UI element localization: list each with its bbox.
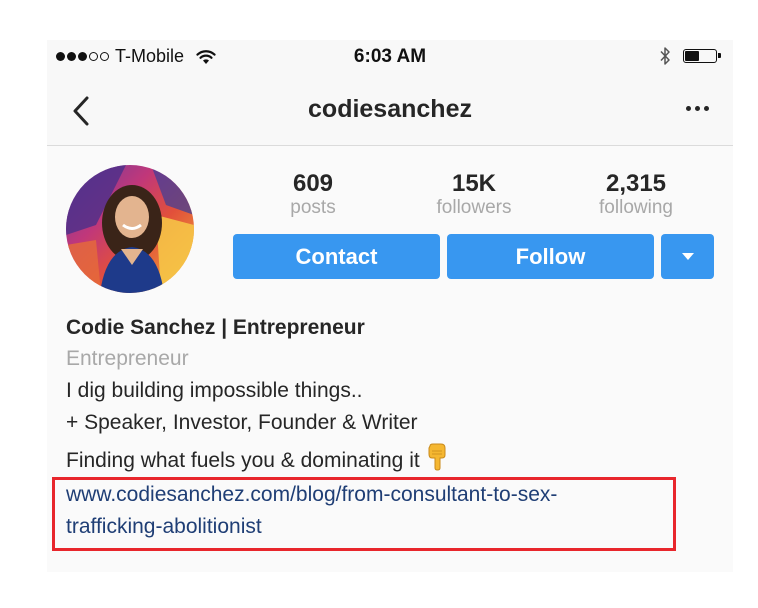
bio-line-3-row: Finding what fuels you & dominating it: [66, 443, 716, 477]
highlight-box: [52, 477, 676, 551]
posts-label: posts: [290, 197, 336, 218]
profile-category: Entrepreneur: [66, 347, 189, 370]
battery-icon: [683, 49, 721, 63]
caret-down-icon: [681, 253, 694, 260]
suggested-dropdown-button[interactable]: [661, 234, 714, 279]
status-bar: T-Mobile 6:03 AM: [47, 40, 733, 76]
more-dots-icon[interactable]: [686, 106, 709, 111]
avatar[interactable]: [66, 165, 194, 293]
nav-bar: codiesanchez: [47, 76, 733, 146]
page-title: codiesanchez: [308, 95, 472, 123]
followers-label: followers: [436, 197, 512, 218]
posts-count: 609: [292, 170, 334, 197]
status-time: 6:03 AM: [353, 46, 427, 67]
bio-line-3: Finding what fuels you & dominating it: [66, 449, 420, 472]
stat-followers[interactable]: 15K followers: [419, 171, 529, 219]
bio-line-2: + Speaker, Investor, Founder & Writer: [66, 411, 418, 434]
following-label: following: [599, 197, 673, 218]
pointing-down-emoji-icon: [428, 443, 446, 471]
contact-button[interactable]: Contact: [233, 234, 440, 279]
following-count: 2,315: [605, 170, 667, 197]
status-right: [659, 46, 721, 66]
profile-name: Codie Sanchez | Entrepreneur: [66, 316, 365, 339]
stat-following[interactable]: 2,315 following: [581, 171, 691, 219]
followers-count: 15K: [451, 170, 497, 197]
bio-line-1: I dig building impossible things..: [66, 379, 363, 402]
follow-button[interactable]: Follow: [447, 234, 654, 279]
bluetooth-icon: [660, 47, 670, 65]
stat-posts[interactable]: 609 posts: [261, 171, 365, 219]
